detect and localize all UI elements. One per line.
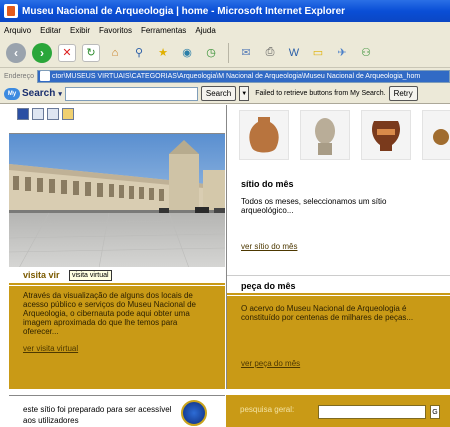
artifact-thumbnail[interactable] (300, 110, 350, 160)
accessibility-note: este sítio foi preparado para ser acessí… (9, 395, 225, 427)
menu-ferramentas[interactable]: Ferramentas (141, 26, 186, 35)
history-icon[interactable]: ◷ (202, 44, 220, 62)
peca-do-mes-panel: O acervo do Museu Nacional de Arqueologi… (227, 296, 450, 389)
menu-exibir[interactable]: Exibir (70, 26, 90, 35)
mail-icon[interactable]: ✉ (237, 44, 255, 62)
print-page-icon[interactable] (32, 108, 44, 120)
ver-peca-do-mes-link[interactable]: ver peça do mês (241, 359, 300, 368)
sitio-do-mes-title: sítio do mês (241, 179, 294, 189)
artifact-thumbnail[interactable] (239, 110, 289, 160)
contacts-icon[interactable]: ⚇ (357, 44, 375, 62)
window-title: Museu Nacional de Arqueologia | home - M… (22, 5, 346, 17)
send-icon[interactable] (47, 108, 59, 120)
mysearch-message: Failed to retrieve buttons from My Searc… (255, 90, 386, 97)
general-search-label: pesquisa geral: (240, 405, 295, 414)
peca-do-mes-header: peça do mês (227, 275, 450, 295)
go-button[interactable]: G (430, 405, 440, 419)
forward-icon[interactable]: › (32, 42, 52, 63)
toolbar-separator (228, 42, 229, 63)
peca-do-mes-title: peça do mês (241, 281, 296, 291)
sitio-do-mes-section: sítio do mês Todos os meses, seleccionam… (227, 167, 450, 279)
mysearch-input[interactable] (64, 86, 198, 101)
general-search-input[interactable] (318, 405, 426, 419)
sitio-do-mes-text: Todos os meses, seleccionamos um sítio a… (241, 197, 387, 215)
media-icon[interactable]: ◉ (178, 44, 196, 62)
artifact-thumbnails (227, 110, 450, 160)
visita-virtual-panel: Através da visualização de alguns dos lo… (9, 286, 225, 389)
ver-sitio-do-mes-link[interactable]: ver sítio do mês (241, 242, 297, 251)
mysearch-toolbar: My Search ▾ Search ▼ Failed to retrieve … (0, 84, 450, 104)
accessibility-icon[interactable] (181, 400, 207, 426)
open-folder-icon[interactable] (62, 108, 74, 120)
messenger-icon[interactable]: ✈ (333, 44, 351, 62)
page-tool-icons (17, 108, 74, 120)
menu-editar[interactable]: Editar (40, 26, 61, 35)
greek-vase-icon (372, 121, 400, 151)
back-icon[interactable]: ‹ (6, 42, 26, 63)
mysearch-button[interactable]: Search (200, 86, 237, 101)
folder-icon[interactable]: ▭ (309, 44, 327, 62)
museum-photo (9, 133, 225, 267)
save-icon[interactable] (17, 108, 29, 120)
page-footer: este sítio foi preparado para ser acessí… (9, 395, 450, 427)
artifact-thumbnail[interactable] (422, 110, 450, 160)
web-page: visita vir visita virtual Através da vis… (0, 105, 450, 427)
mysearch-dropdown-icon[interactable]: ▼ (239, 86, 250, 101)
artifact-icon (433, 129, 449, 145)
search-icon[interactable]: ⚲ (130, 44, 148, 62)
address-input[interactable]: ctor\MUSEUS VIRTUAIS\CATEGORIAS\Arqueolo… (36, 69, 450, 83)
browser-toolbar: ‹ › ✕ ↻ ⌂ ⚲ ★ ◉ ◷ ✉ ⎙ W ▭ ✈ ⚇ (0, 38, 450, 68)
bust-icon (315, 118, 335, 155)
menu-favoritos[interactable]: Favoritos (99, 26, 132, 35)
page-icon (39, 71, 50, 81)
vase-icon (249, 117, 279, 153)
visita-virtual-title[interactable]: visita vir (23, 270, 60, 280)
address-value: ctor\MUSEUS VIRTUAIS\CATEGORIAS\Arqueolo… (51, 72, 421, 80)
mysearch-logo-text: Search (22, 88, 56, 99)
mysearch-logo-icon: My (4, 87, 20, 100)
visita-virtual-header: visita vir (9, 267, 225, 285)
edit-icon[interactable]: W (285, 44, 303, 62)
visita-virtual-text: Através da visualização de alguns dos lo… (23, 291, 196, 336)
menu-ajuda[interactable]: Ajuda (195, 26, 215, 35)
left-column: visita vir visita virtual Através da vis… (9, 105, 225, 389)
internet-explorer-icon (4, 4, 18, 18)
menu-arquivo[interactable]: Arquivo (4, 26, 31, 35)
home-icon[interactable]: ⌂ (106, 44, 124, 62)
right-column: sítio do mês Todos os meses, seleccionam… (226, 105, 450, 389)
stop-icon[interactable]: ✕ (58, 43, 76, 62)
mysearch-logo[interactable]: My Search ▾ (4, 87, 62, 100)
artifact-thumbnail[interactable] (361, 110, 411, 160)
ver-visita-virtual-link[interactable]: ver visita virtual (23, 344, 211, 353)
accessibility-text: este sítio foi preparado para ser acessí… (23, 405, 172, 425)
general-search: pesquisa geral: G (226, 395, 450, 427)
favorites-icon[interactable]: ★ (154, 44, 172, 62)
chevron-down-icon: ▾ (58, 90, 62, 98)
window-titlebar: Museu Nacional de Arqueologia | home - M… (0, 0, 450, 22)
retry-button[interactable]: Retry (388, 86, 418, 101)
menu-bar: Arquivo Editar Exibir Favoritos Ferramen… (0, 22, 450, 38)
peca-do-mes-text: O acervo do Museu Nacional de Arqueologi… (241, 304, 414, 322)
address-bar: Endereço ctor\MUSEUS VIRTUAIS\CATEGORIAS… (0, 68, 450, 84)
refresh-icon[interactable]: ↻ (82, 43, 100, 62)
tooltip: visita virtual (69, 270, 112, 281)
address-label: Endereço (4, 72, 34, 80)
print-icon[interactable]: ⎙ (261, 44, 279, 62)
